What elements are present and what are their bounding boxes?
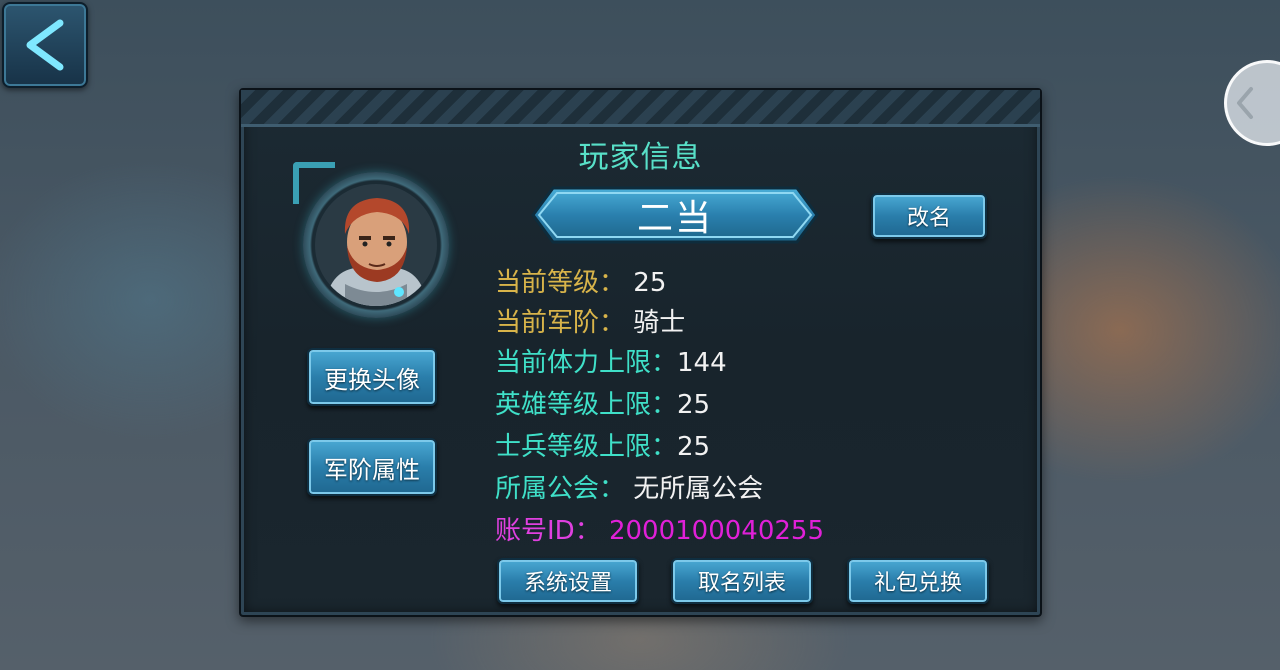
avatar xyxy=(315,184,437,306)
info-row-level: 当前等级： 25 xyxy=(495,262,666,299)
gift-redeem-label: 礼包兑换 xyxy=(873,571,962,596)
panel-header-bar xyxy=(241,90,1040,127)
info-row-hero-level: 英雄等级上限：25 xyxy=(495,384,710,421)
account-value: 2000100040255 xyxy=(608,516,825,546)
level-value: 25 xyxy=(633,268,667,298)
name-list-button[interactable]: 取名列表 xyxy=(671,558,813,604)
player-name: 二当 xyxy=(636,198,713,239)
chevron-left-icon xyxy=(1237,87,1253,119)
rank-label: 当前军阶： xyxy=(495,308,626,338)
rename-button[interactable]: 改名 xyxy=(871,193,987,239)
info-row-account: 账号ID： 2000100040255 xyxy=(495,510,824,547)
guild-value: 无所属公会 xyxy=(633,474,764,504)
guild-label: 所属公会： xyxy=(495,474,626,504)
system-settings-button[interactable]: 系统设置 xyxy=(497,558,639,604)
change-avatar-button[interactable]: 更换头像 xyxy=(307,348,437,406)
account-label: 账号ID： xyxy=(495,516,601,546)
side-menu-handle[interactable] xyxy=(1224,60,1280,146)
rename-label: 改名 xyxy=(906,206,951,231)
soldier-level-label: 士兵等级上限： xyxy=(495,432,678,462)
hero-level-value: 25 xyxy=(677,390,711,420)
back-button[interactable] xyxy=(2,2,88,88)
system-settings-label: 系统设置 xyxy=(523,571,612,596)
player-info-panel: 玩家信息 更换头像 军阶属性 二当 改名 当前等级： 25 当前军阶： 骑士 当… xyxy=(239,88,1042,617)
player-name-banner: 二当 xyxy=(519,185,831,245)
chevron-left-icon xyxy=(26,19,64,71)
rank-value: 骑士 xyxy=(633,308,686,338)
change-avatar-label: 更换头像 xyxy=(324,365,420,394)
rank-attributes-label: 军阶属性 xyxy=(324,455,420,484)
soldier-level-value: 25 xyxy=(677,432,711,462)
stamina-value: 144 xyxy=(677,348,727,378)
gift-redeem-button[interactable]: 礼包兑换 xyxy=(847,558,989,604)
info-row-rank: 当前军阶： 骑士 xyxy=(495,302,685,339)
info-row-stamina: 当前体力上限：144 xyxy=(495,342,727,379)
info-row-guild: 所属公会： 无所属公会 xyxy=(495,468,763,505)
level-label: 当前等级： xyxy=(495,268,626,298)
avatar-frame[interactable] xyxy=(293,162,453,322)
stamina-label: 当前体力上限： xyxy=(495,348,678,378)
hero-level-label: 英雄等级上限： xyxy=(495,390,678,420)
info-row-soldier-level: 士兵等级上限：25 xyxy=(495,426,710,463)
rank-attributes-button[interactable]: 军阶属性 xyxy=(307,438,437,496)
name-list-label: 取名列表 xyxy=(697,571,786,596)
